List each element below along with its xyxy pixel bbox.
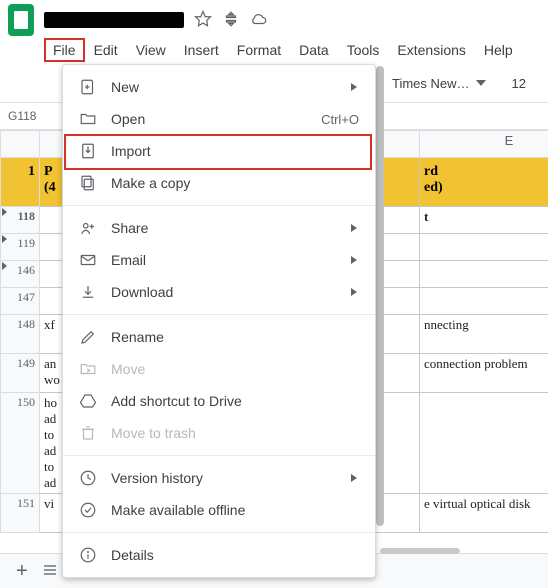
row-header[interactable]: 151 bbox=[1, 494, 40, 533]
submenu-arrow-icon bbox=[349, 79, 359, 95]
menu-item-label: New bbox=[111, 79, 335, 95]
row-header[interactable]: 1 bbox=[1, 158, 40, 207]
menu-item-share[interactable]: Share bbox=[63, 212, 375, 244]
drive-icon bbox=[79, 392, 97, 410]
menu-item-label: Email bbox=[111, 252, 335, 268]
row-header[interactable]: 119 bbox=[1, 234, 40, 261]
menu-file[interactable]: File bbox=[44, 38, 85, 62]
menu-separator bbox=[63, 314, 375, 315]
submenu-arrow-icon bbox=[349, 470, 359, 486]
cell[interactable]: t bbox=[420, 207, 548, 234]
share-icon bbox=[79, 219, 97, 237]
title-bar bbox=[0, 0, 548, 34]
menu-separator bbox=[63, 532, 375, 533]
info-icon bbox=[79, 546, 97, 564]
star-icon[interactable] bbox=[194, 10, 212, 31]
font-name-selector[interactable]: Times New… bbox=[392, 76, 486, 91]
sheets-logo[interactable] bbox=[8, 4, 34, 36]
folder-icon bbox=[79, 110, 97, 128]
import-icon bbox=[79, 142, 97, 160]
font-size-selector[interactable]: 12 bbox=[512, 76, 526, 91]
cell[interactable] bbox=[420, 261, 548, 288]
menu-item-import[interactable]: Import bbox=[63, 135, 375, 167]
font-name-label: Times New… bbox=[392, 76, 470, 91]
menu-item-label: Open bbox=[111, 111, 307, 127]
menu-item-move-to-trash: Move to trash bbox=[63, 417, 375, 449]
menu-item-make-available-offline[interactable]: Make available offline bbox=[63, 494, 375, 526]
row-header[interactable]: 146 bbox=[1, 261, 40, 288]
menu-item-label: Move to trash bbox=[111, 425, 359, 441]
cell[interactable] bbox=[420, 234, 548, 261]
menu-item-move: Move bbox=[63, 353, 375, 385]
submenu-arrow-icon bbox=[349, 220, 359, 236]
menu-item-label: Import bbox=[111, 143, 359, 159]
menu-view[interactable]: View bbox=[127, 38, 175, 62]
move-file-icon[interactable] bbox=[222, 10, 240, 31]
offline-icon bbox=[79, 501, 97, 519]
add-sheet-button[interactable]: + bbox=[16, 560, 28, 583]
cloud-icon[interactable] bbox=[250, 10, 268, 31]
menu-tools[interactable]: Tools bbox=[338, 38, 389, 62]
cell[interactable]: rded) bbox=[420, 158, 548, 207]
cell[interactable]: connection problem bbox=[420, 354, 548, 393]
row-header[interactable]: 118 bbox=[1, 207, 40, 234]
column-header[interactable]: E bbox=[420, 131, 548, 158]
name-box[interactable]: G118 bbox=[8, 109, 36, 123]
menu-item-email[interactable]: Email bbox=[63, 244, 375, 276]
menu-item-label: Version history bbox=[111, 470, 335, 486]
cell[interactable]: nnecting bbox=[420, 315, 548, 354]
menu-item-label: Add shortcut to Drive bbox=[111, 393, 359, 409]
row-header[interactable]: 148 bbox=[1, 315, 40, 354]
menu-separator bbox=[63, 205, 375, 206]
cell[interactable] bbox=[420, 288, 548, 315]
menu-item-rename[interactable]: Rename bbox=[63, 321, 375, 353]
plus-icon bbox=[79, 78, 97, 96]
menu-item-download[interactable]: Download bbox=[63, 276, 375, 308]
menu-item-label: Download bbox=[111, 284, 335, 300]
all-sheets-button[interactable] bbox=[42, 562, 58, 581]
history-icon bbox=[79, 469, 97, 487]
trash-icon bbox=[79, 424, 97, 442]
download-icon bbox=[79, 283, 97, 301]
menu-item-new[interactable]: New bbox=[63, 71, 375, 103]
menu-item-label: Make a copy bbox=[111, 175, 359, 191]
doc-title[interactable] bbox=[44, 12, 184, 28]
menu-scrollbar[interactable] bbox=[376, 66, 384, 558]
corner-cell[interactable] bbox=[1, 131, 40, 158]
menu-insert[interactable]: Insert bbox=[175, 38, 228, 62]
file-menu: New Open Ctrl+O Import Make a copy Share Email… bbox=[62, 64, 376, 578]
menu-help[interactable]: Help bbox=[475, 38, 522, 62]
menu-edit[interactable]: Edit bbox=[85, 38, 127, 62]
menu-item-open[interactable]: Open Ctrl+O bbox=[63, 103, 375, 135]
rename-icon bbox=[79, 328, 97, 346]
menu-item-details[interactable]: Details bbox=[63, 539, 375, 571]
submenu-arrow-icon bbox=[349, 284, 359, 300]
mail-icon bbox=[79, 251, 97, 269]
menu-item-label: Share bbox=[111, 220, 335, 236]
menu-data[interactable]: Data bbox=[290, 38, 338, 62]
menu-item-label: Rename bbox=[111, 329, 359, 345]
row-header[interactable]: 147 bbox=[1, 288, 40, 315]
menu-item-version-history[interactable]: Version history bbox=[63, 462, 375, 494]
menu-item-label: Make available offline bbox=[111, 502, 359, 518]
menu-item-add-shortcut-to-drive[interactable]: Add shortcut to Drive bbox=[63, 385, 375, 417]
menu-format[interactable]: Format bbox=[228, 38, 290, 62]
menu-item-accel: Ctrl+O bbox=[321, 112, 359, 127]
cell[interactable]: e virtual optical disk bbox=[420, 494, 548, 533]
cell[interactable] bbox=[420, 393, 548, 494]
menu-separator bbox=[63, 455, 375, 456]
menu-extensions[interactable]: Extensions bbox=[388, 38, 474, 62]
menu-bar: FileEditViewInsertFormatDataToolsExtensi… bbox=[0, 34, 548, 64]
menu-item-label: Details bbox=[111, 547, 359, 563]
move-icon bbox=[79, 360, 97, 378]
row-header[interactable]: 149 bbox=[1, 354, 40, 393]
submenu-arrow-icon bbox=[349, 252, 359, 268]
row-header[interactable]: 150 bbox=[1, 393, 40, 494]
menu-item-label: Move bbox=[111, 361, 359, 377]
copy-icon bbox=[79, 174, 97, 192]
menu-item-make-a-copy[interactable]: Make a copy bbox=[63, 167, 375, 199]
font-size-label: 12 bbox=[512, 76, 526, 91]
